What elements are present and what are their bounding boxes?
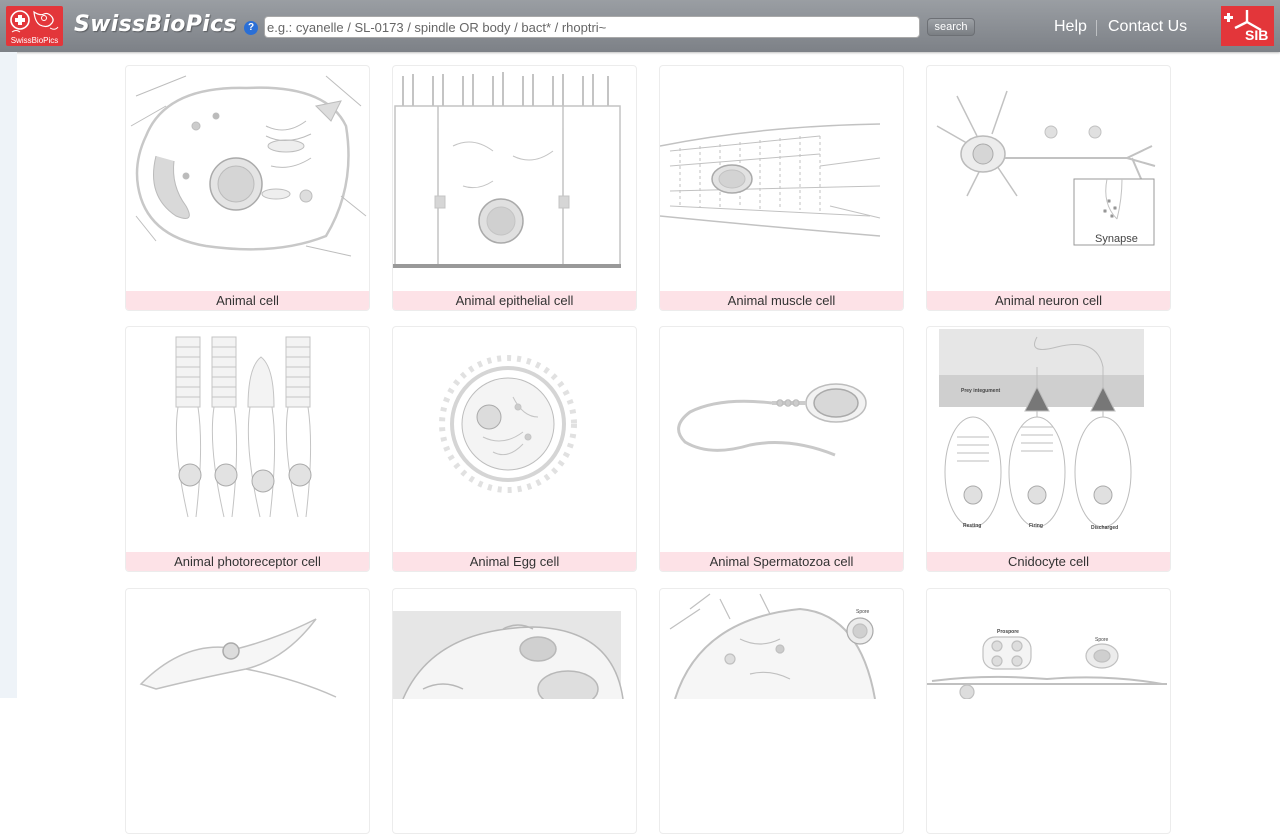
cell-card-unnamed-3[interactable]: Spore: [659, 588, 904, 834]
cell-card-animal-neuron-cell[interactable]: Synapse Animal neuron cell: [926, 65, 1171, 311]
yeast-prospore-illustration: Prospore Spore: [927, 629, 1167, 699]
spore-forming-cell-illustration: Spore: [669, 593, 876, 699]
prey-integument-label: Prey integument: [961, 388, 1001, 394]
trypanosome-cell-illustration: [139, 618, 337, 698]
plant-cell-illustration: [393, 611, 624, 699]
discharged-label: Discharged: [1091, 525, 1118, 531]
search-button[interactable]: search: [927, 18, 975, 36]
cell-card-label: Animal photoreceptor cell: [126, 552, 369, 571]
firing-label: Firing: [1029, 523, 1043, 529]
animal-cell-illustration: [130, 75, 367, 257]
prospore-label: Prospore: [997, 629, 1019, 635]
nav-help-link[interactable]: Help: [1054, 18, 1087, 36]
cell-card-animal-epithelial-cell[interactable]: Animal epithelial cell: [392, 65, 637, 311]
site-title[interactable]: SwissBioPics: [74, 12, 237, 37]
neuron-cell-illustration: Synapse: [936, 90, 1156, 246]
cell-card-label: Cnidocyte cell: [927, 552, 1170, 571]
left-sidebar-strip: [0, 52, 17, 698]
spore-label: Spore: [1095, 637, 1109, 643]
epithelial-cell-illustration: [393, 72, 621, 268]
cell-card-animal-cell[interactable]: Animal cell: [125, 65, 370, 311]
nav-contact-link[interactable]: Contact Us: [1108, 18, 1187, 36]
resting-label: Resting: [963, 523, 981, 529]
cell-card-animal-photoreceptor-cell[interactable]: Animal photoreceptor cell: [125, 326, 370, 572]
cell-card-animal-spermatozoa-cell[interactable]: Animal Spermatozoa cell: [659, 326, 904, 572]
cell-card-label: Animal Egg cell: [393, 552, 636, 571]
spermatozoa-cell-illustration: [677, 383, 867, 457]
logo-caption: SwissBioPics: [10, 36, 59, 45]
top-header-bar: SwissBioPics SwissBioPics ? search Help …: [0, 0, 1280, 52]
cell-card-cnidocyte-cell[interactable]: Prey integument Resting Firing Discharge…: [926, 326, 1171, 572]
cell-card-label: Animal muscle cell: [660, 291, 903, 310]
sib-logo-text: SIB: [1245, 27, 1269, 43]
cell-card-label: Animal Spermatozoa cell: [660, 552, 903, 571]
swissbiopics-logo[interactable]: SwissBioPics: [6, 6, 63, 46]
nav-separator: [1096, 20, 1097, 36]
cell-card-trypanosome[interactable]: [125, 588, 370, 834]
synapse-label: Synapse: [1095, 233, 1138, 245]
search-input[interactable]: [264, 16, 920, 38]
spore-label: Spore: [856, 609, 870, 615]
sib-logo[interactable]: SIB: [1221, 6, 1274, 46]
cell-card-label: Animal cell: [126, 291, 369, 310]
cell-card-label: Animal epithelial cell: [393, 291, 636, 310]
cell-card-unnamed-2[interactable]: [392, 588, 637, 834]
photoreceptor-cell-illustration: [175, 336, 312, 518]
egg-cell-illustration: [439, 355, 577, 493]
cell-card-animal-egg-cell[interactable]: Animal Egg cell: [392, 326, 637, 572]
question-circle-icon[interactable]: ?: [244, 21, 258, 35]
cell-card-unnamed-4[interactable]: Prospore Spore: [926, 588, 1171, 834]
cnidocyte-cell-illustration: Prey integument Resting Firing Discharge…: [939, 329, 1144, 531]
muscle-cell-illustration: [660, 123, 881, 237]
cell-card-label: Animal neuron cell: [927, 291, 1170, 310]
cell-card-animal-muscle-cell[interactable]: Animal muscle cell: [659, 65, 904, 311]
